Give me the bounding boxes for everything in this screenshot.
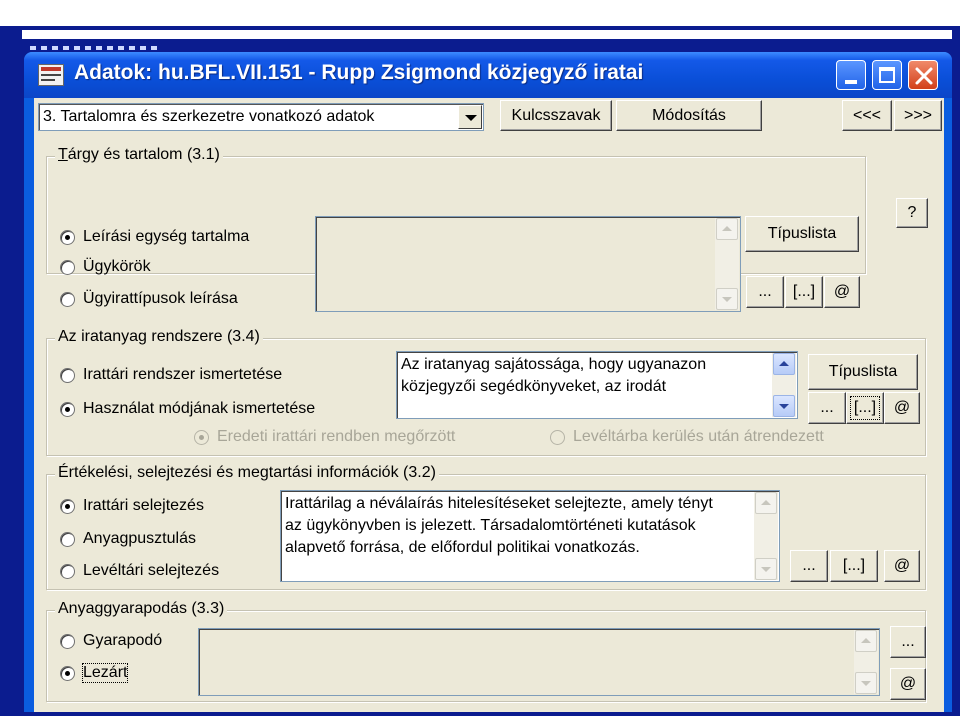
radio-unit-content[interactable]: Leírási egység tartalma bbox=[60, 228, 249, 246]
title-bar[interactable]: Adatok: hu.BFL.VII.151 - Rupp Zsigmond k… bbox=[24, 52, 952, 98]
minimize-icon bbox=[845, 80, 857, 84]
scroll-down-icon[interactable] bbox=[755, 558, 777, 580]
scroll-up-icon[interactable] bbox=[755, 492, 777, 514]
scrollbar[interactable] bbox=[715, 218, 739, 310]
radio-functions[interactable]: Ügykörök bbox=[60, 258, 151, 276]
appraisal-legend-text: Értékelési, selejtezési és megtartási in… bbox=[58, 464, 436, 481]
appraisal-legend: Értékelési, selejtezési és megtartási in… bbox=[55, 464, 439, 482]
radio-label: Használat módjának ismertetése bbox=[83, 400, 316, 417]
modify-button[interactable]: Módosítás bbox=[616, 100, 762, 131]
radio-dot bbox=[60, 291, 75, 307]
accrual-email-button[interactable]: @ bbox=[890, 668, 926, 700]
radio-archival-system[interactable]: Irattári rendszer ismertetése bbox=[60, 366, 282, 384]
radio-label: Gyarapodó bbox=[83, 632, 163, 649]
radio-dot bbox=[60, 665, 75, 681]
radio-material-loss[interactable]: Anyagpusztulás bbox=[60, 530, 196, 548]
radio-original-order[interactable]: Eredeti irattári rendben megőrzött bbox=[194, 428, 455, 446]
radio-dot bbox=[60, 259, 75, 275]
radio-dot bbox=[60, 367, 75, 383]
radio-dot bbox=[550, 429, 565, 445]
radio-rearranged[interactable]: Levéltárba kerülés után átrendezett bbox=[550, 428, 824, 446]
radio-closed[interactable]: Lezárt bbox=[60, 663, 129, 683]
previous-button[interactable]: <<< bbox=[842, 100, 892, 131]
scrollbar[interactable] bbox=[754, 492, 778, 580]
radio-dot bbox=[60, 401, 75, 417]
scroll-up-icon[interactable] bbox=[855, 630, 877, 652]
radio-label: Levéltári selejtezés bbox=[83, 562, 220, 579]
subject-content-legend: Tárgy és tartalom (3.1) bbox=[55, 146, 223, 164]
accrual-textbox[interactable] bbox=[198, 628, 880, 696]
scrollbar[interactable] bbox=[772, 353, 796, 417]
radio-accruing[interactable]: Gyarapodó bbox=[60, 632, 162, 650]
system-email-button[interactable]: @ bbox=[884, 392, 920, 424]
radio-record-types[interactable]: Ügyirattípusok leírása bbox=[60, 290, 238, 308]
chevron-down-icon[interactable] bbox=[458, 105, 482, 129]
scroll-up-icon[interactable] bbox=[716, 218, 738, 240]
appraisal-email-button[interactable]: @ bbox=[884, 550, 920, 582]
appraisal-bracket-button[interactable]: [...] bbox=[830, 550, 878, 582]
system-legend-text: Az iratanyag rendszere (3.4) bbox=[58, 328, 260, 345]
radio-dot bbox=[60, 498, 75, 514]
subject-content-textbox[interactable] bbox=[315, 216, 741, 312]
radio-dot bbox=[60, 563, 75, 579]
help-button[interactable]: ? bbox=[896, 198, 928, 228]
close-button[interactable] bbox=[908, 60, 938, 90]
radio-archival-disposal[interactable]: Levéltári selejtezés bbox=[60, 562, 219, 580]
system-typelist-button[interactable]: Típuslista bbox=[808, 354, 918, 390]
appraisal-dots-button[interactable]: ... bbox=[790, 550, 828, 582]
data-window: Adatok: hu.BFL.VII.151 - Rupp Zsigmond k… bbox=[24, 52, 952, 712]
accrual-dots-button[interactable]: ... bbox=[890, 626, 926, 658]
keywords-button[interactable]: Kulcsszavak bbox=[500, 100, 612, 131]
radio-label: Eredeti irattári rendben megőrzött bbox=[217, 428, 456, 445]
desktop-bar bbox=[22, 30, 952, 39]
radio-usage-description[interactable]: Használat módjának ismertetése bbox=[60, 400, 315, 418]
subject-typelist-button[interactable]: Típuslista bbox=[745, 216, 859, 252]
radio-dot bbox=[60, 229, 75, 245]
accrual-legend-text: Anyaggyarapodás (3.3) bbox=[58, 600, 225, 617]
radio-label: Irattári rendszer ismertetése bbox=[83, 366, 283, 383]
system-textbox[interactable]: Az iratanyag sajátossága, hogy ugyanazon… bbox=[396, 351, 798, 419]
scroll-down-icon[interactable] bbox=[716, 288, 738, 310]
subject-dots-button[interactable]: ... bbox=[746, 276, 784, 308]
radio-dot bbox=[194, 429, 209, 445]
scroll-up-icon[interactable] bbox=[773, 353, 795, 375]
subject-bracket-button[interactable]: [...] bbox=[785, 276, 823, 308]
subject-email-button[interactable]: @ bbox=[824, 276, 860, 308]
system-bracket-button[interactable]: [...] bbox=[846, 392, 884, 424]
radio-label: Levéltárba kerülés után átrendezett bbox=[573, 428, 824, 445]
radio-label: Anyagpusztulás bbox=[83, 530, 196, 547]
app-icon[interactable] bbox=[38, 64, 64, 86]
window-title: Adatok: hu.BFL.VII.151 - Rupp Zsigmond k… bbox=[74, 61, 644, 84]
minimize-button[interactable] bbox=[836, 60, 866, 90]
radio-dot bbox=[60, 531, 75, 547]
desktop-top-band bbox=[0, 0, 960, 26]
next-button[interactable]: >>> bbox=[894, 100, 942, 131]
radio-label: Irattári selejtezés bbox=[83, 497, 204, 514]
radio-label: Ügyirattípusok leírása bbox=[83, 290, 238, 307]
system-dots-button[interactable]: ... bbox=[808, 392, 846, 424]
desktop-dotted-line bbox=[30, 46, 160, 50]
radio-label: Ügykörök bbox=[83, 258, 151, 275]
appraisal-textbox[interactable]: Irattárilag a néválaírás hitelesítéseket… bbox=[280, 490, 780, 582]
scroll-down-icon[interactable] bbox=[773, 395, 795, 417]
scrollbar[interactable] bbox=[854, 630, 878, 694]
accrual-legend: Anyaggyarapodás (3.3) bbox=[55, 600, 228, 618]
maximize-button[interactable] bbox=[872, 60, 902, 90]
system-text: Az iratanyag sajátossága, hogy ugyanazon… bbox=[401, 356, 707, 395]
section-select-value: 3. Tartalomra és szerkezetre vonatkozó a… bbox=[43, 108, 375, 125]
close-icon bbox=[915, 67, 933, 85]
radio-records-disposal[interactable]: Irattári selejtezés bbox=[60, 497, 204, 515]
system-legend: Az iratanyag rendszere (3.4) bbox=[55, 328, 263, 346]
appraisal-text: Irattárilag a néválaírás hitelesítéseket… bbox=[285, 495, 713, 556]
section-select[interactable]: 3. Tartalomra és szerkezetre vonatkozó a… bbox=[38, 103, 484, 131]
maximize-icon bbox=[879, 67, 895, 83]
radio-label: Lezárt bbox=[81, 663, 129, 683]
radio-label: Leírási egység tartalma bbox=[83, 228, 250, 245]
subject-content-legend-text: árgy és tartalom (3.1) bbox=[67, 146, 220, 163]
window-client-area: 3. Tartalomra és szerkezetre vonatkozó a… bbox=[34, 98, 944, 712]
radio-dot bbox=[60, 633, 75, 649]
scroll-down-icon[interactable] bbox=[855, 672, 877, 694]
